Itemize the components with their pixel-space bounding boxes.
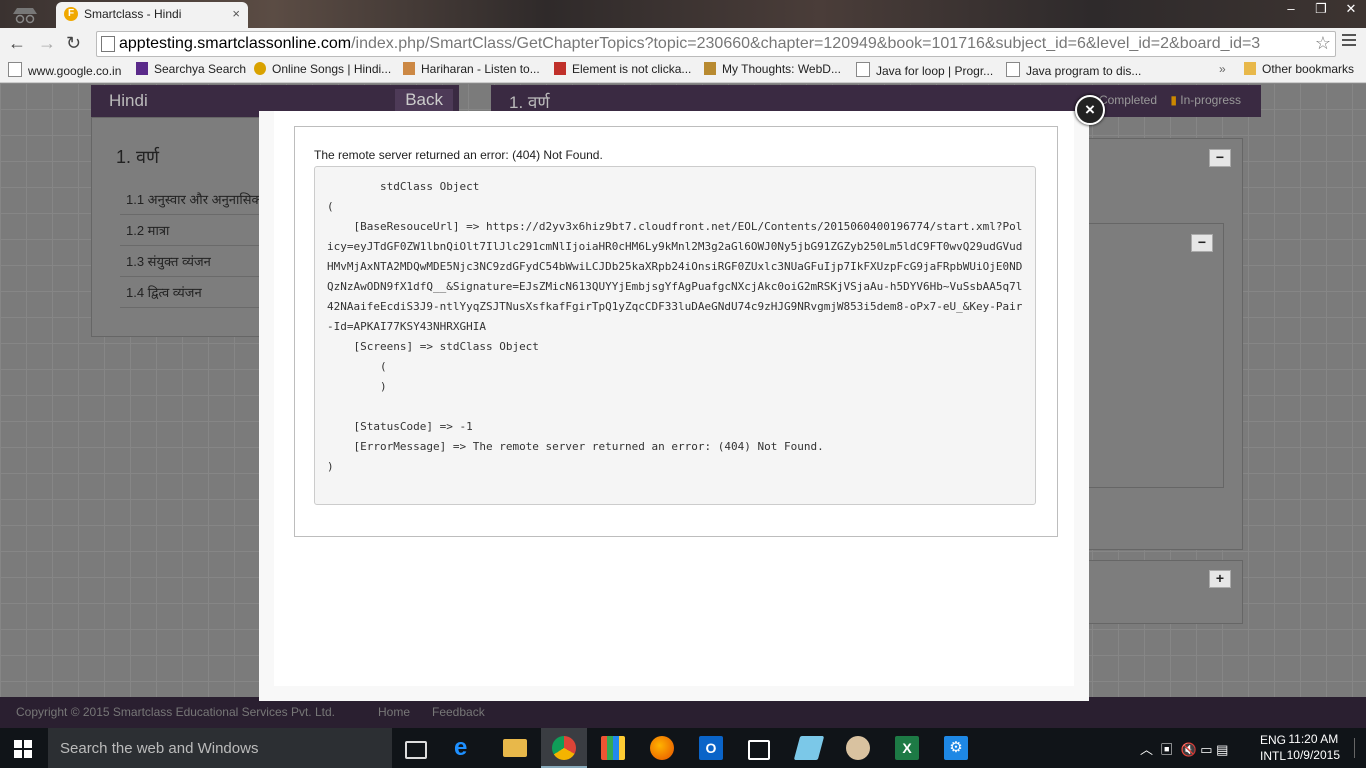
back-icon[interactable]: ←	[8, 33, 26, 54]
footer-feedback-link[interactable]: Feedback	[432, 705, 485, 719]
status-legend: ✔ Completed ▮ In-progress	[1086, 93, 1241, 107]
menu-icon[interactable]	[1342, 34, 1356, 49]
page-icon	[856, 62, 870, 77]
windows-taskbar: Search the web and Windows e O X ⚙ ︿ ▣ 🔇…	[0, 728, 1366, 768]
inprogress-label: In-progress	[1180, 93, 1241, 107]
chapter-heading: 1. वर्ण	[509, 93, 550, 112]
lang-bottom: INTL	[1260, 749, 1287, 763]
task-view-icon[interactable]	[405, 741, 427, 759]
settings-icon[interactable]: ⚙	[944, 736, 968, 760]
forward-icon[interactable]: →	[38, 33, 56, 54]
copyright-text: Copyright © 2015 Smartclass Educational …	[16, 705, 335, 719]
apps-icon[interactable]	[601, 736, 625, 760]
completed-label: Completed	[1098, 93, 1157, 107]
bookmark-item[interactable]: Java program to dis...	[1006, 62, 1141, 78]
bookmark-item[interactable]: Element is not clicka...	[554, 62, 691, 76]
notes-icon[interactable]	[793, 736, 825, 760]
yahoo-icon	[136, 62, 148, 75]
hariharan-icon	[403, 62, 415, 75]
stackoverflow-icon	[554, 62, 566, 75]
show-desktop[interactable]	[1354, 738, 1359, 758]
window-close-icon[interactable]: ✕	[1336, 0, 1366, 20]
clock-time: 11:20 AM	[1288, 732, 1339, 746]
restore-icon[interactable]: ❐	[1306, 0, 1336, 20]
firefox-icon[interactable]	[650, 736, 674, 760]
bookmark-item[interactable]: Hariharan - Listen to...	[403, 62, 540, 76]
tab-close-icon[interactable]: ×	[232, 6, 240, 21]
browser-toolbar: ← → ↻ apptesting.smartclassonline.com/in…	[0, 28, 1366, 58]
footer-home-link[interactable]: Home	[378, 705, 410, 719]
collapse-icon[interactable]: −	[1209, 149, 1231, 167]
store-icon[interactable]	[748, 740, 770, 760]
blog-icon	[704, 62, 716, 75]
page-icon	[8, 62, 22, 77]
collapse-icon[interactable]: −	[1191, 234, 1213, 252]
reload-icon[interactable]: ↻	[66, 33, 81, 54]
songs-icon	[254, 62, 266, 75]
expand-icon[interactable]: +	[1209, 570, 1231, 588]
url-domain: apptesting.smartclassonline.com	[119, 35, 352, 52]
bookmarks-overflow[interactable]: »	[1219, 62, 1226, 76]
bookmark-item[interactable]: Online Songs | Hindi...	[254, 62, 391, 76]
url-path: /index.php/SmartClass/GetChapterTopics?t…	[351, 35, 1261, 52]
bookmark-item[interactable]: www.google.co.in	[8, 62, 121, 78]
bookmark-item[interactable]: Java for loop | Progr...	[856, 62, 993, 78]
tab-smartclass[interactable]: F Smartclass - Hindi ×	[56, 2, 248, 28]
footer: Copyright © 2015 Smartclass Educational …	[0, 697, 1366, 728]
bookmark-item[interactable]: Searchya Search	[136, 62, 246, 76]
page-icon	[1006, 62, 1020, 77]
search-placeholder: Search the web and Windows	[60, 740, 259, 757]
other-bookmarks[interactable]: Other bookmarks	[1244, 62, 1354, 76]
language-indicator[interactable]: ENG INTL	[1260, 732, 1286, 768]
windows-start-icon[interactable]	[14, 740, 32, 758]
chapter-title: 1. वर्ण	[116, 147, 160, 167]
error-dump: stdClass Object ( [BaseResouceUrl] => ht…	[314, 166, 1036, 505]
url-text: apptesting.smartclassonline.com/index.ph…	[119, 35, 1260, 53]
bookmark-item[interactable]: My Thoughts: WebD...	[704, 62, 841, 76]
clock[interactable]: 11:20 AM 10/9/2015	[1287, 731, 1340, 763]
paint-icon[interactable]	[846, 736, 870, 760]
incognito-icon	[13, 8, 37, 24]
page-icon	[101, 36, 115, 52]
window-controls: – ❐ ✕	[1276, 0, 1366, 20]
tab-title: Smartclass - Hindi	[84, 7, 182, 21]
edge-icon[interactable]: e	[454, 736, 478, 760]
address-bar[interactable]: apptesting.smartclassonline.com/index.ph…	[96, 31, 1336, 57]
minimize-icon[interactable]: –	[1276, 0, 1306, 20]
progress-icon: ▮	[1170, 93, 1177, 107]
star-icon[interactable]: ☆	[1315, 33, 1331, 54]
clock-date: 10/9/2015	[1286, 748, 1340, 762]
close-icon[interactable]: ×	[1075, 95, 1105, 125]
excel-icon[interactable]: X	[895, 736, 919, 760]
tray-icons[interactable]: ︿ ▣ 🔇 ▭ ▤	[1140, 739, 1228, 768]
lang-top: ENG	[1260, 733, 1287, 747]
error-message: The remote server returned an error: (40…	[314, 148, 603, 162]
browser-titlebar: F Smartclass - Hindi × – ❐ ✕	[0, 0, 1366, 28]
back-button[interactable]: Back	[395, 89, 453, 111]
outlook-icon[interactable]: O	[699, 736, 723, 760]
bookmarks-bar: www.google.co.in Searchya Search Online …	[0, 58, 1366, 83]
folder-icon	[1244, 62, 1256, 75]
chrome-icon[interactable]	[552, 736, 576, 760]
explorer-icon[interactable]	[503, 739, 527, 757]
favicon-icon: F	[64, 7, 78, 21]
search-box[interactable]: Search the web and Windows	[48, 728, 392, 768]
subject-title: Hindi	[109, 91, 148, 110]
